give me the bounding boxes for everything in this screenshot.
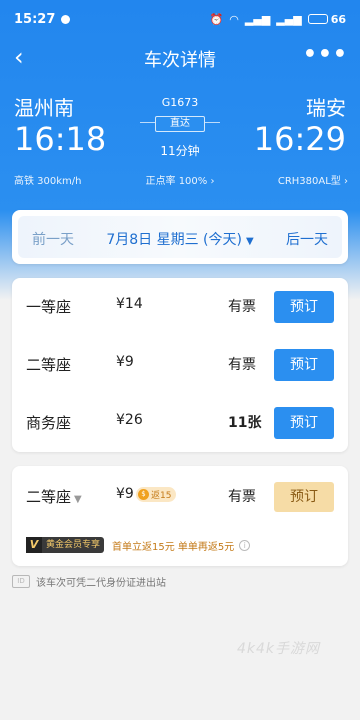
vip-v-icon: V — [26, 537, 42, 553]
vip-tag: 黄金会员专享 — [42, 537, 105, 553]
arrival-station: 瑞安 — [306, 96, 346, 120]
book-button[interactable]: 预订 — [274, 349, 334, 381]
caret-down-icon: ▼ — [245, 236, 254, 247]
train-model-link[interactable]: CRH380AL型 › — [278, 172, 348, 187]
signal-icon-2: ▂▄▆ — [276, 12, 302, 26]
id-card-icon: ID — [12, 575, 30, 588]
seat-class: 一等座 — [26, 298, 72, 316]
id-card-note-text: 该车次可凭二代身份证进出站 — [36, 578, 166, 589]
more-menu-button[interactable]: ••• — [303, 42, 348, 67]
id-card-note: ID 该车次可凭二代身份证进出站 — [12, 574, 166, 589]
seat-price: ¥14 — [116, 296, 143, 312]
date-selector-inner: 前一天 7月8日 星期三 (今天) ▼ 后一天 — [18, 216, 342, 258]
book-button[interactable]: 预订 — [274, 291, 334, 323]
seat-class: 二等座 — [26, 356, 72, 374]
vip-seat-card: 二等座 ▼ ¥9 $ 返15 有票 预订 V 黄金会员专享 首单立返15元 单单再… — [12, 466, 348, 566]
vip-seat-price: ¥9 — [116, 486, 134, 502]
info-icon[interactable]: i — [239, 539, 251, 551]
battery-icon: 66 — [307, 12, 346, 26]
rebate-label: 返15 — [151, 491, 172, 501]
seat-availability: 11张 — [228, 415, 262, 431]
status-bar: 15:27 ⏰ ◠ ▂▄▆ ▂▄▆ 66 — [0, 0, 360, 38]
nav-bar: ‹ 车次详情 ••• — [0, 38, 360, 78]
wifi-icon: ◠ — [229, 12, 239, 26]
book-button[interactable]: 预订 — [274, 407, 334, 439]
vip-promo-text: 首单立返15元 单单再返5元 — [112, 541, 235, 553]
notification-dot-icon — [61, 14, 71, 24]
seat-availability: 有票 — [228, 357, 256, 373]
direct-badge: 直达 — [155, 116, 205, 132]
vip-promo-bar: V 黄金会员专享 首单立返15元 单单再返5元 i — [26, 536, 251, 554]
seat-row: 商务座 ¥26 11张 预订 — [12, 394, 348, 452]
seat-price: ¥26 — [116, 412, 143, 428]
status-time: 15:27 — [14, 11, 56, 27]
rebate-badge: $ 返15 — [136, 487, 177, 502]
vip-seat-class[interactable]: 二等座 ▼ — [26, 486, 82, 507]
seat-price: ¥9 — [116, 354, 134, 370]
vip-seat-availability: 有票 — [228, 489, 256, 505]
alarm-icon: ⏰ — [209, 12, 224, 26]
signal-icon: ▂▄▆ — [244, 12, 271, 26]
seat-class: 商务座 — [26, 414, 72, 432]
battery-level: 66 — [330, 12, 346, 26]
seat-row: 二等座 ¥9 有票 预订 — [12, 336, 348, 394]
current-date-label: 7月8日 星期三 (今天) — [106, 232, 242, 248]
watermark: 4k4k手游网 — [236, 641, 320, 657]
arrival-time: 16:29 — [253, 120, 346, 158]
next-day-button[interactable]: 后一天 — [286, 229, 328, 249]
caret-down-icon: ▼ — [74, 494, 82, 505]
seat-availability: 有票 — [228, 299, 256, 315]
coin-icon: $ — [138, 489, 149, 500]
train-info: 温州南 16:18 高铁 300km/h G1673 直达 11分钟 正点率 1… — [0, 92, 360, 192]
date-selector: 前一天 7月8日 星期三 (今天) ▼ 后一天 — [12, 210, 348, 264]
seat-row: 一等座 ¥14 有票 预订 — [12, 278, 348, 336]
vip-book-button[interactable]: 预订 — [274, 482, 334, 512]
vip-seat-class-label: 二等座 — [26, 488, 72, 506]
status-icons: ⏰ ◠ ▂▄▆ ▂▄▆ 66 — [210, 13, 346, 26]
seat-list: 一等座 ¥14 有票 预订 二等座 ¥9 有票 预订 商务座 ¥26 11张 预… — [12, 278, 348, 452]
